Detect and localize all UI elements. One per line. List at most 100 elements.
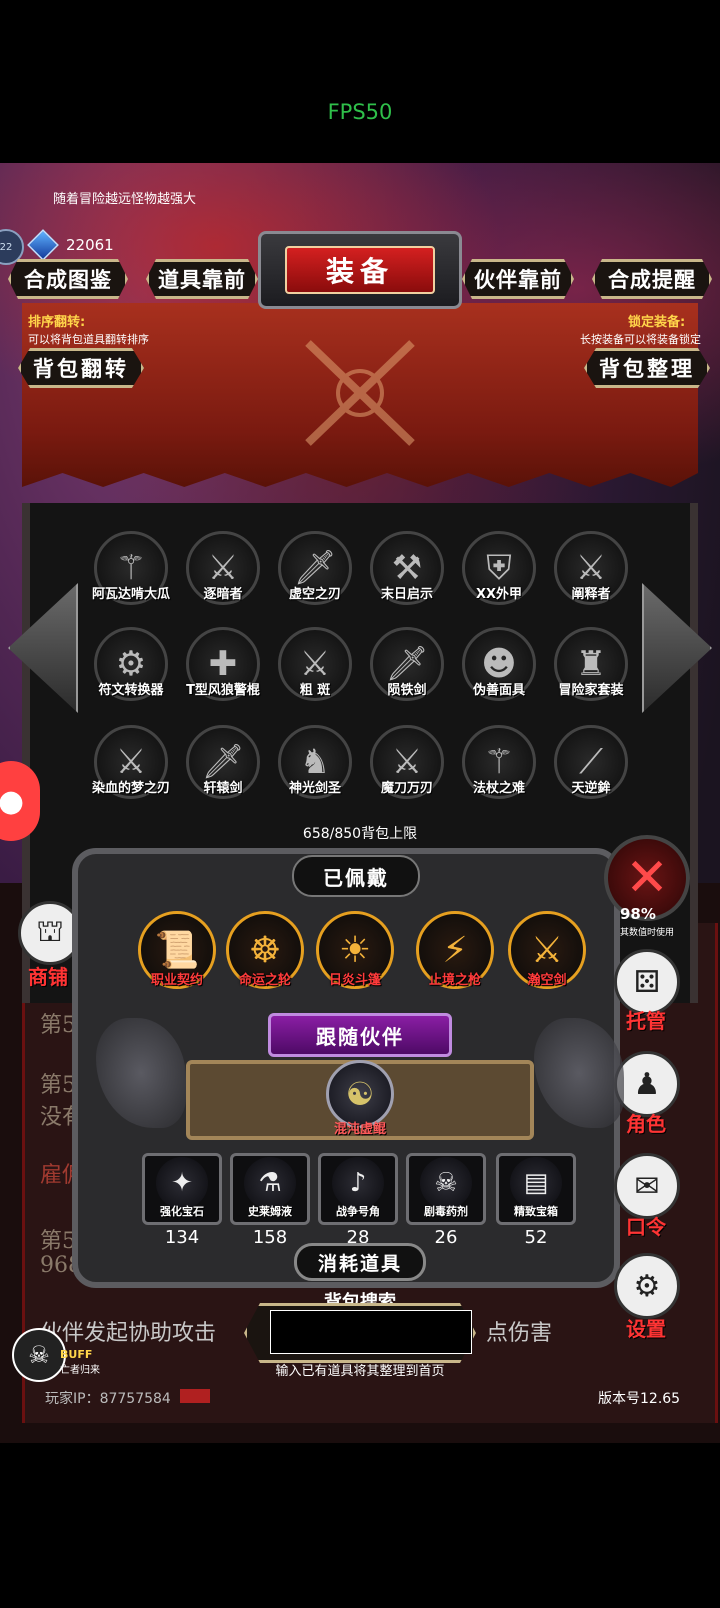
gem-count: 22061: [66, 236, 114, 254]
items-first-button[interactable]: 道具靠前: [146, 259, 258, 299]
battle-log-line: 点伤害: [486, 1321, 553, 1346]
command-label[interactable]: 口令: [626, 1211, 666, 1240]
bag-item-name: 末日启示: [380, 587, 433, 602]
version-number: 版本号12.65: [598, 1391, 681, 1407]
bag-item[interactable]: ⚒ 末日启示: [364, 531, 450, 621]
command-icon[interactable]: ✉: [614, 1153, 680, 1219]
bag-item[interactable]: ⛨ XX外甲: [456, 531, 542, 621]
gem-counter: 22061: [27, 229, 114, 261]
role-label[interactable]: 角色: [626, 1108, 666, 1137]
bag-item[interactable]: ⚙ 符文转换器: [88, 627, 174, 717]
follower-name: 混沌虚鲲: [333, 1122, 386, 1137]
stat-desc: 其数值时使用: [620, 928, 675, 938]
bag-item-name: 伪善面具: [472, 683, 525, 698]
shop-label[interactable]: 商铺: [28, 961, 68, 990]
bag-item[interactable]: ⚔ 魔刀万刃: [364, 725, 450, 815]
consumable-item[interactable]: ▤ 精致宝箱 52: [496, 1153, 576, 1253]
bag-item[interactable]: ♞ 神光剑圣: [272, 725, 358, 815]
consumable-item[interactable]: ♪ 战争号角 28: [318, 1153, 398, 1253]
equipped-item[interactable]: 📜 职业契约: [138, 911, 220, 993]
battle-log-line: 第5: [40, 1229, 76, 1254]
lock-equip-desc: 长按装备可以将装备锁定: [580, 333, 701, 346]
bag-item-name: 魔刀万刃: [380, 781, 433, 796]
synthesis-codex-button[interactable]: 合成图鉴: [8, 259, 128, 299]
enhance-gem-icon: ✦: [156, 1157, 208, 1209]
equipped-item[interactable]: ☸ 命运之轮: [226, 911, 308, 993]
follower-item[interactable]: ☯ 混沌虚鲲: [316, 1060, 404, 1160]
consumable-name: 强化宝石: [160, 1205, 204, 1218]
bag-item-name: 虚空之刃: [288, 587, 341, 602]
settings-label[interactable]: 设置: [626, 1313, 666, 1342]
bag-item[interactable]: 🗡 虚空之刃: [272, 531, 358, 621]
progress-bar: [180, 1389, 210, 1403]
equipped-item[interactable]: ☀ 日炎斗篷: [316, 911, 398, 993]
equipped-item-name: 日炎斗篷: [328, 973, 381, 988]
bag-item-name: 冒险家套装: [558, 683, 624, 698]
equipped-title: 已佩戴: [292, 855, 420, 897]
bag-item[interactable]: ⟋ 天逆鉾: [548, 725, 634, 815]
equipped-item[interactable]: ⚡ 止境之枪: [416, 911, 498, 993]
treasure-chest-icon: ▤: [510, 1157, 562, 1209]
manage-label[interactable]: 托管: [626, 1005, 666, 1034]
consumable-name: 史莱姆液: [248, 1205, 292, 1218]
bag-item[interactable]: 🗡 陨铁剑: [364, 627, 450, 717]
bag-item-name: T型风狼警棍: [186, 683, 260, 698]
bag-item-name: 神光剑圣: [288, 781, 341, 796]
bag-item-name: 粗 斑: [299, 683, 331, 698]
bag-item-name: 阐释者: [571, 587, 611, 602]
bag-item[interactable]: ⚚ 法杖之难: [456, 725, 542, 815]
consumable-item[interactable]: ⚗ 史莱姆液 158: [230, 1153, 310, 1253]
hint-text: 随着冒险越远怪物越强大: [53, 192, 197, 207]
equipped-item-name: 止境之枪: [428, 973, 481, 988]
battle-log-line: 第5: [40, 1013, 76, 1038]
buff-label: BUFF: [60, 1348, 93, 1361]
equipped-item[interactable]: ⚔ 瀚空剑: [508, 911, 590, 993]
slime-potion-icon: ⚗: [244, 1157, 296, 1209]
consumable-count: 52: [524, 1227, 548, 1248]
bag-item-name: XX外甲: [475, 587, 523, 602]
equipped-item-name: 命运之轮: [238, 973, 291, 988]
bag-item[interactable]: ✚ T型风狼警棍: [180, 627, 266, 717]
bag-item[interactable]: ☻ 伪善面具: [456, 627, 542, 717]
follower-title: 跟随伙伴: [268, 1013, 452, 1057]
consumable-item[interactable]: ☠ 剧毒药剂 26: [406, 1153, 486, 1253]
bag-capacity: 658/850背包上限: [302, 826, 418, 842]
search-hint: 输入已有道具将其整理到首页: [275, 1364, 445, 1379]
lock-equip-label: 锁定装备:: [628, 315, 686, 330]
bag-search-input[interactable]: [270, 1310, 472, 1354]
bag-item[interactable]: ⚔ 染血的梦之刃: [88, 725, 174, 815]
synthesis-reminder-button[interactable]: 合成提醒: [592, 259, 712, 299]
consumable-name: 剧毒药剂: [424, 1205, 468, 1218]
sort-flip-label: 排序翻转:: [28, 315, 86, 330]
bag-item[interactable]: ⚔ 阐释者: [548, 531, 634, 621]
title-banner: 装备: [258, 231, 462, 309]
bag-item[interactable]: ⚚ 阿瓦达啃大瓜: [88, 531, 174, 621]
equipped-item-name: 瀚空剑: [527, 973, 567, 988]
consumable-item[interactable]: ✦ 强化宝石 134: [142, 1153, 222, 1253]
bag-item-name: 逐暗者: [203, 587, 243, 602]
consumables-title: 消耗道具: [294, 1243, 426, 1281]
stat-value: 98%: [620, 905, 656, 923]
player-ip: 玩家IP：87757584: [45, 1391, 171, 1407]
user-avatar-icon[interactable]: ●: [0, 761, 40, 841]
fps-counter: FPS50: [327, 100, 393, 124]
bag-item-name: 阿瓦达啃大瓜: [91, 587, 170, 602]
bag-item-name: 染血的梦之刃: [91, 781, 170, 796]
buff-desc: 亡者归来: [60, 1365, 100, 1376]
skull-buff-icon[interactable]: ☠: [12, 1328, 66, 1382]
partners-first-button[interactable]: 伙伴靠前: [462, 259, 574, 299]
bag-item[interactable]: ⚔ 逐暗者: [180, 531, 266, 621]
bag-sort-button[interactable]: 背包整理: [584, 348, 710, 388]
war-horn-icon: ♪: [332, 1157, 384, 1209]
poison-potion-icon: ☠: [420, 1157, 472, 1209]
consumable-count: 134: [164, 1227, 200, 1248]
crossed-swords-crest-icon: [268, 323, 452, 463]
bag-item-name: 天逆鉾: [571, 781, 611, 796]
bag-item[interactable]: 🗡 轩辕剑: [180, 725, 266, 815]
bag-item[interactable]: ⚔ 粗 斑: [272, 627, 358, 717]
bag-item[interactable]: ♜ 冒险家套装: [548, 627, 634, 717]
game-viewport: 第5 第5167 没有 雇佣 第5 968 随着冒险越远怪物越强大 22 220…: [0, 163, 720, 1443]
consumable-name: 战争号角: [336, 1205, 380, 1218]
bag-flip-button[interactable]: 背包翻转: [18, 348, 144, 388]
equipped-item-name: 职业契约: [150, 973, 203, 988]
